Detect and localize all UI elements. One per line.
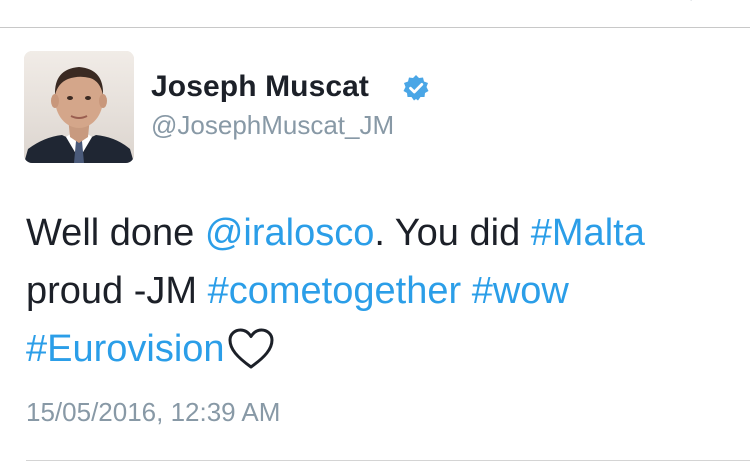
tweet-timestamp[interactable]: 15/05/2016, 12:39 AM xyxy=(26,397,280,428)
heart-outline-icon xyxy=(227,327,275,371)
hashtag-link-cometogether[interactable]: #cometogether xyxy=(208,270,462,312)
tweet-text: Well done @iralosco. You did #Malta prou… xyxy=(26,204,736,378)
tweet-detail: Joseph Muscat @JosephMuscat_JM Well done… xyxy=(0,28,750,462)
verified-badge-icon xyxy=(402,74,430,102)
text-segment xyxy=(461,270,472,312)
avatar[interactable] xyxy=(24,51,134,163)
previous-tweet-strip xyxy=(0,0,750,27)
display-name[interactable]: Joseph Muscat xyxy=(151,70,369,104)
tweet-text-line: proud -JM #cometogether #wow xyxy=(26,262,736,320)
bottom-divider xyxy=(26,460,750,461)
hashtag-link-malta[interactable]: #Malta xyxy=(531,212,645,254)
cutoff-icon xyxy=(636,0,696,4)
text-segment: . You did xyxy=(374,212,531,254)
text-segment: proud -JM xyxy=(26,270,208,312)
tweet-text-line: #Eurovision xyxy=(26,320,736,378)
tweet-text-line: Well done @iralosco. You did #Malta xyxy=(26,204,736,262)
mention-link[interactable]: @iralosco xyxy=(205,212,375,254)
hashtag-link-eurovision[interactable]: #Eurovision xyxy=(26,328,225,370)
user-handle[interactable]: @JosephMuscat_JM xyxy=(151,110,394,141)
hashtag-link-wow[interactable]: #wow xyxy=(472,270,569,312)
text-segment: Well done xyxy=(26,212,205,254)
